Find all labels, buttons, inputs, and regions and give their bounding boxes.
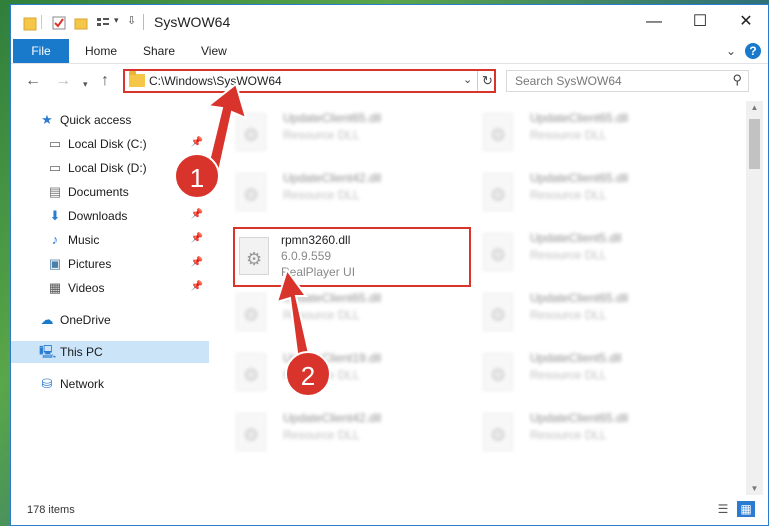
arrow-to-file [275, 267, 312, 362]
step-badge-2: 2 [285, 351, 331, 397]
annotation-arrows [203, 82, 312, 362]
step-badge-1: 1 [174, 153, 220, 199]
